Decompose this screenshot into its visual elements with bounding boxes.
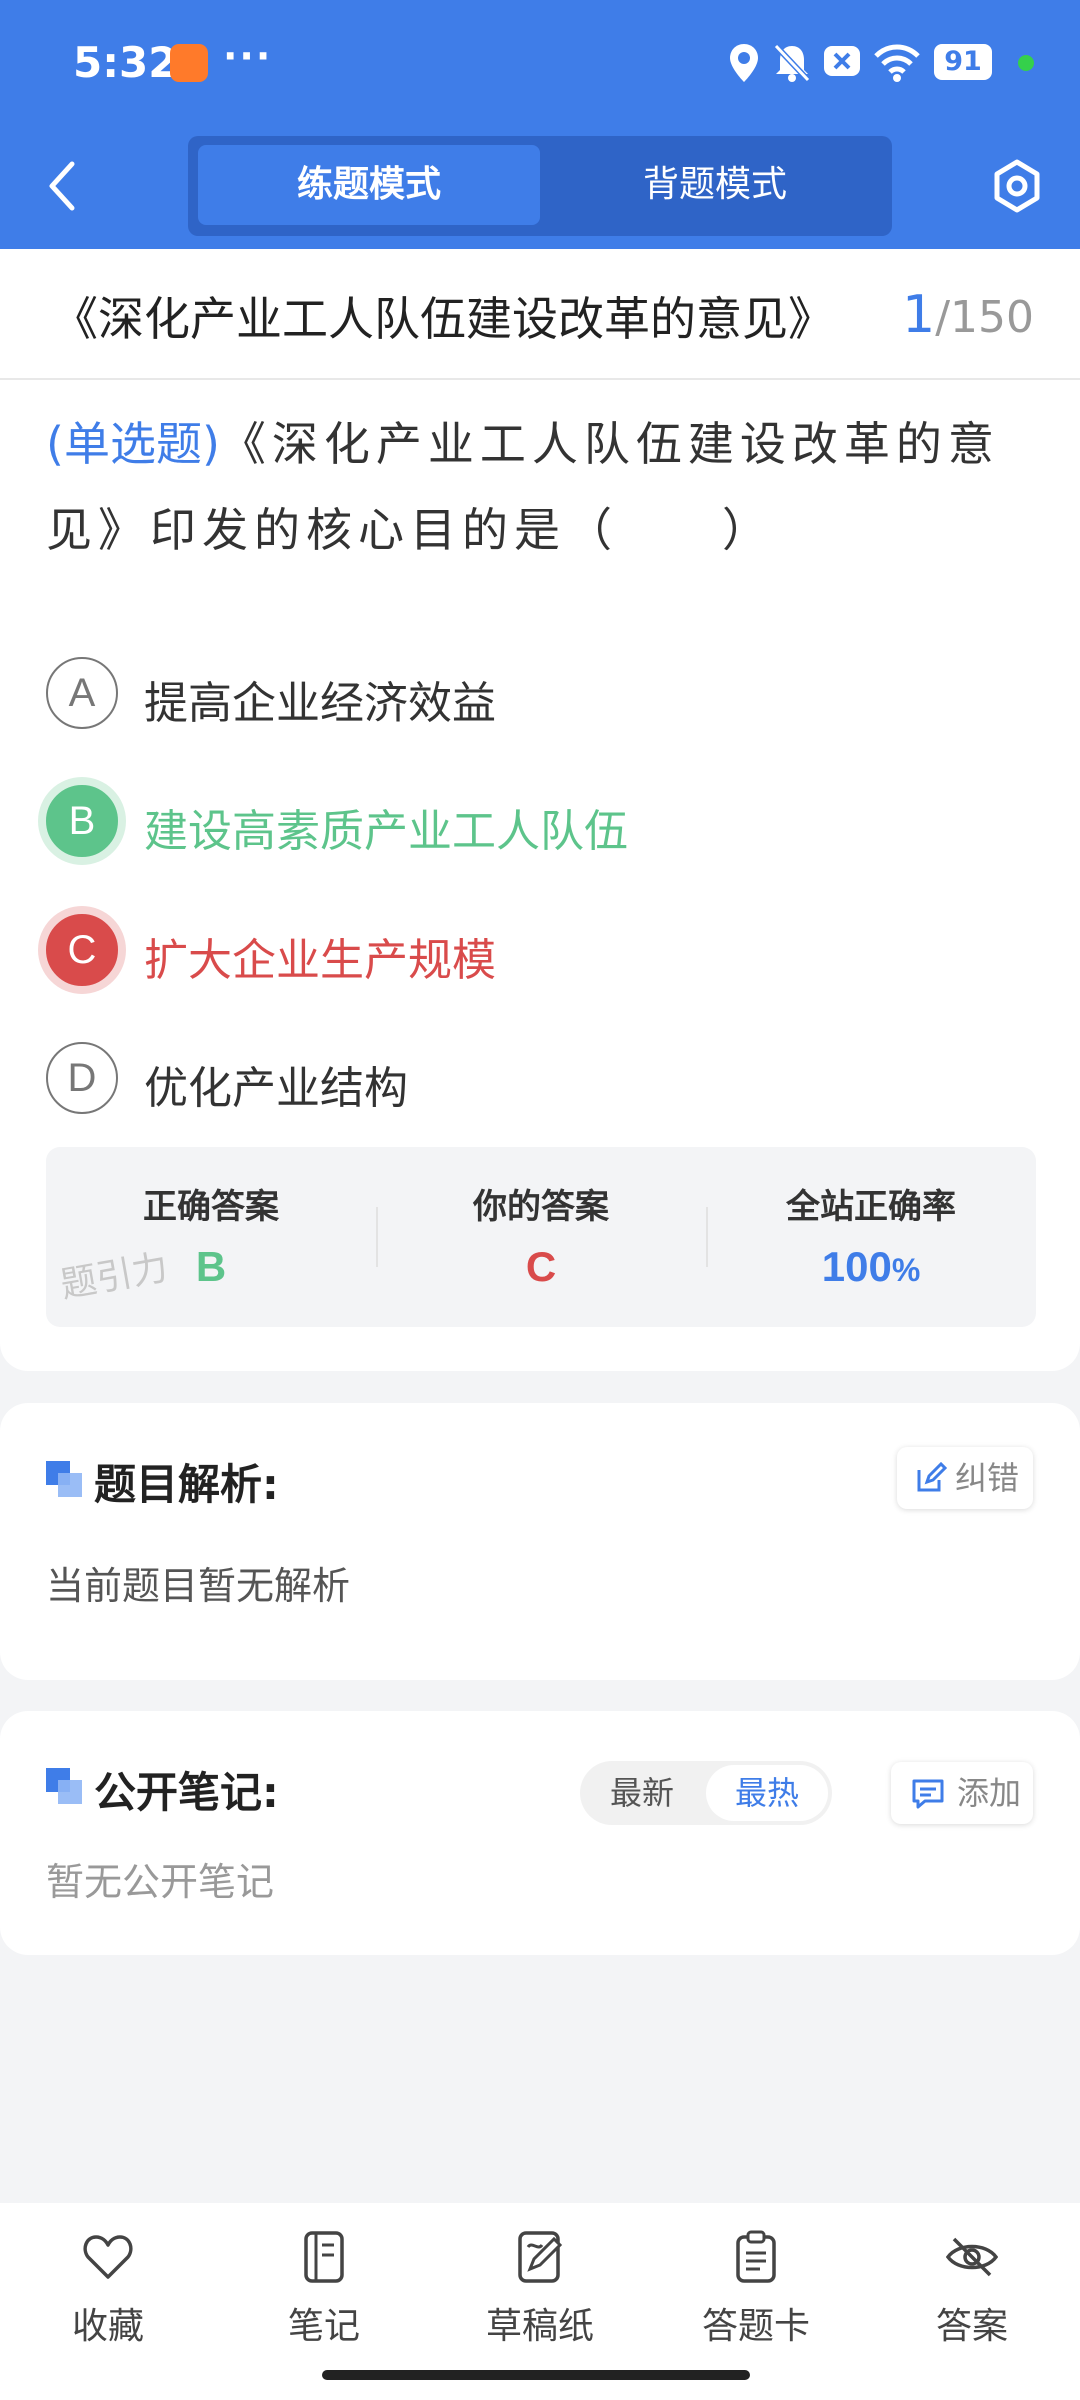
tab-memorize-mode[interactable]: 背题模式: [544, 145, 886, 225]
option-letter: C: [46, 914, 118, 986]
report-error-button[interactable]: 纠错: [897, 1447, 1033, 1509]
header: 5:32 ··· 91 练题模式 背题模式: [0, 0, 1080, 249]
accuracy-number: 100: [821, 1243, 892, 1290]
mode-switch: 练题模式 背题模式: [188, 136, 892, 236]
tab-label: 草稿纸: [485, 2306, 594, 2347]
status-bar: 5:32 ··· 91: [0, 0, 1080, 125]
tab-notes[interactable]: 笔记: [244, 2229, 404, 2369]
tab-label: 答案: [935, 2306, 1008, 2347]
draft-pen-icon: [518, 2231, 563, 2283]
site-accuracy-label: 全站正确率: [786, 1187, 956, 1227]
analysis-body: 当前题目暂无解析: [46, 1564, 351, 1608]
document-title: 《深化产业工人队伍建设改革的意见》: [52, 292, 834, 346]
charging-dot: [1018, 55, 1034, 71]
eye-off-icon: [946, 2237, 998, 2277]
add-note-button[interactable]: 添加: [891, 1762, 1033, 1824]
question-type: (单选题): [46, 417, 220, 471]
tab-draft[interactable]: 草稿纸: [460, 2229, 620, 2369]
bell-muted-icon: [773, 43, 811, 83]
correct-answer-label: 正确答案: [143, 1187, 279, 1227]
section-marker-icon: [46, 1461, 82, 1497]
notes-title: 公开笔记:: [94, 1768, 279, 1817]
question-card: 《深化产业工人队伍建设改革的意见》 1/150 (单选题)《深化产业工人队伍建设…: [0, 249, 1080, 1371]
total-count: /150: [935, 292, 1034, 343]
edit-icon: [917, 1462, 947, 1492]
notes-card: 公开笔记: 最新 最热 添加 暂无公开笔记: [0, 1711, 1080, 1955]
sort-hot[interactable]: 最热: [706, 1765, 828, 1821]
notes-empty: 暂无公开笔记: [46, 1860, 275, 1904]
settings-hexagon-icon[interactable]: [990, 158, 1044, 214]
more-notifications-icon: ···: [223, 34, 273, 78]
site-accuracy-col: 全站正确率 100%: [706, 1147, 1036, 1327]
result-summary: 正确答案 B 你的答案 C 全站正确率 100% 题引力: [46, 1147, 1036, 1327]
analysis-card: 题目解析: 纠错 当前题目暂无解析: [0, 1403, 1080, 1680]
answer-card-icon: [736, 2230, 776, 2283]
wifi-icon: [874, 44, 920, 82]
home-indicator[interactable]: [322, 2370, 750, 2380]
your-answer-value: C: [525, 1243, 557, 1290]
option-letter: B: [46, 785, 118, 857]
tab-favorite[interactable]: 收藏: [28, 2229, 188, 2369]
option-letter: D: [46, 1042, 118, 1114]
accuracy-unit: %: [891, 1252, 921, 1288]
notebook-icon: [304, 2231, 344, 2283]
heart-icon: [83, 2235, 133, 2279]
chevron-left-icon[interactable]: [42, 158, 82, 214]
report-error-label: 纠错: [955, 1459, 1020, 1497]
location-icon: [730, 44, 758, 82]
battery-indicator: 91: [934, 44, 992, 80]
question-counter: 1/150: [902, 285, 1034, 345]
site-accuracy-value: 100%: [706, 1243, 1036, 1291]
option-text: 提高企业经济效益: [144, 678, 496, 729]
your-answer-col: 你的答案 C: [376, 1147, 706, 1327]
your-answer-label: 你的答案: [473, 1187, 609, 1227]
notes-sort-toggle: 最新 最热: [580, 1761, 832, 1825]
tab-answer-card[interactable]: 答题卡: [676, 2229, 836, 2369]
option-text: 建设高素质产业工人队伍: [144, 806, 628, 857]
tab-label: 收藏: [71, 2306, 144, 2347]
tab-practice-mode[interactable]: 练题模式: [198, 145, 540, 225]
option-letter: A: [46, 657, 118, 729]
current-index: 1: [902, 285, 936, 345]
tab-label: 答题卡: [701, 2306, 810, 2347]
tab-label: 笔记: [287, 2306, 360, 2347]
tab-answer[interactable]: 答案: [892, 2229, 1052, 2369]
analysis-title: 题目解析:: [94, 1460, 279, 1509]
option-text: 优化产业结构: [144, 1063, 408, 1114]
sim-off-icon: [824, 46, 860, 76]
add-note-label: 添加: [957, 1774, 1022, 1812]
status-time: 5:32: [73, 38, 178, 87]
shopping-app-icon: [170, 44, 208, 82]
sort-latest[interactable]: 最新: [580, 1761, 704, 1825]
comment-icon: [912, 1779, 944, 1809]
option-text: 扩大企业生产规模: [144, 935, 496, 986]
section-marker-icon: [46, 1768, 82, 1804]
question-text: (单选题)《深化产业工人队伍建设改革的意见》印发的核心目的是（ ）: [46, 401, 1036, 573]
divider: [0, 378, 1080, 380]
